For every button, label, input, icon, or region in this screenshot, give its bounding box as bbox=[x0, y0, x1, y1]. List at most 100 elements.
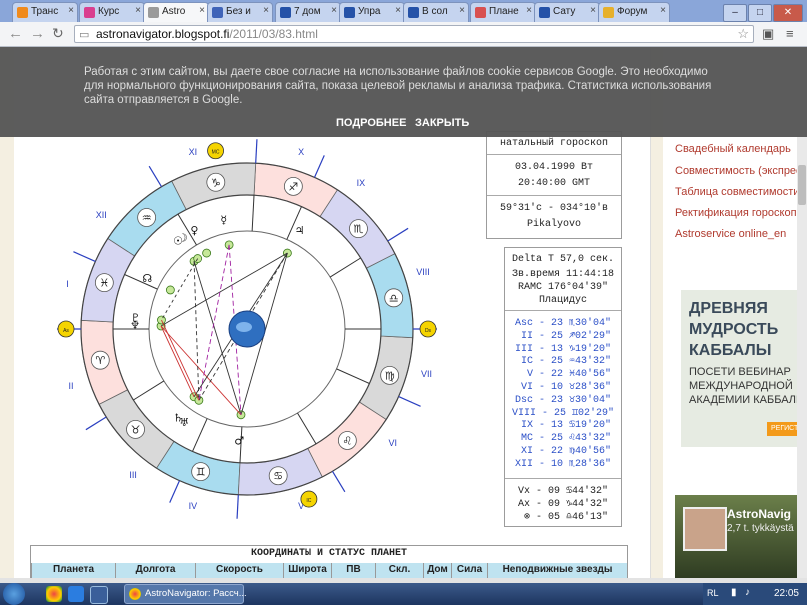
column-header[interactable]: Планета bbox=[31, 563, 115, 578]
tab-4[interactable]: Без и × bbox=[207, 2, 273, 22]
sign-glyph: ♊ bbox=[196, 466, 206, 479]
planet-glyph: ♀ bbox=[190, 224, 198, 237]
column-header[interactable]: Скорость bbox=[195, 563, 283, 578]
maximize-button[interactable]: □ bbox=[748, 4, 772, 22]
tab-close-icon[interactable]: × bbox=[263, 5, 269, 16]
earth-highlight bbox=[236, 322, 252, 332]
planet-glyph: ♅ bbox=[179, 416, 189, 429]
house-system: Плацидус bbox=[538, 295, 587, 306]
minimize-button[interactable]: – bbox=[723, 4, 747, 22]
planet-glyph: ☊ bbox=[142, 272, 152, 285]
ad-body: ПОСЕТИ ВЕБИНАР МЕЖДУНАРОДНОЙ АКАДЕМИИ КА… bbox=[689, 366, 806, 406]
address-bar[interactable]: ▭ astronavigator.blogspot.fi/2011/03/83.… bbox=[74, 25, 754, 43]
column-header[interactable]: Широта bbox=[283, 563, 331, 578]
tab-7[interactable]: В сол × bbox=[403, 2, 469, 22]
tab-close-icon[interactable]: × bbox=[395, 5, 401, 16]
advertisement[interactable]: ДРЕВНЯЯ МУДРОСТЬ КАББАЛЫ ПОСЕТИ ВЕБИНАР … bbox=[681, 290, 807, 447]
column-header[interactable]: Скл. bbox=[375, 563, 423, 578]
forward-icon[interactable]: → bbox=[30, 25, 45, 42]
planet-dot bbox=[193, 254, 203, 263]
tab-favicon-icon bbox=[280, 7, 291, 18]
volume-icon[interactable]: ♪ bbox=[745, 587, 750, 598]
cookie-more-button[interactable]: ПОДРОБНЕЕ bbox=[336, 117, 406, 129]
tab-3[interactable]: Astro × bbox=[143, 2, 209, 22]
page-name[interactable]: AstroNavig bbox=[727, 507, 791, 521]
clock[interactable]: 22:05 bbox=[774, 588, 799, 599]
tab-10[interactable]: Форум × bbox=[598, 2, 670, 22]
house-cusp: VIII - 25 ♊02'29" bbox=[511, 407, 615, 419]
back-icon[interactable]: ← bbox=[8, 25, 23, 42]
tab-1[interactable]: Транс × bbox=[12, 2, 78, 22]
sidebar-link[interactable]: Таблица совместимости bbox=[675, 186, 799, 198]
page-likes: 2,7 t. tykkäystä bbox=[727, 523, 794, 534]
house-numeral: XII bbox=[96, 210, 107, 220]
planet-glyph: ♂ bbox=[234, 435, 244, 448]
house-cusp-tick bbox=[387, 227, 409, 242]
avatar[interactable] bbox=[683, 507, 727, 551]
tab-close-icon[interactable]: × bbox=[199, 5, 205, 16]
ie-icon[interactable] bbox=[68, 586, 84, 602]
house-cusp-tick bbox=[85, 416, 107, 431]
tab-2[interactable]: Курс × bbox=[79, 2, 145, 22]
sign-glyph: ♑ bbox=[211, 176, 221, 189]
tab-9[interactable]: Сату × bbox=[534, 2, 600, 22]
tab-label: Курс bbox=[98, 6, 120, 17]
column-header[interactable]: Дом bbox=[423, 563, 451, 578]
start-button[interactable] bbox=[3, 583, 25, 605]
tab-close-icon[interactable]: × bbox=[526, 5, 532, 16]
page-widget[interactable]: AstroNavig 2,7 t. tykkäystä bbox=[675, 495, 807, 578]
tab-close-icon[interactable]: × bbox=[459, 5, 465, 16]
house-numeral: VII bbox=[421, 369, 432, 379]
column-header[interactable]: Неподвижные звезды bbox=[487, 563, 627, 578]
sidebar-link[interactable]: Astroservice online_en bbox=[675, 228, 786, 240]
natal-date: 03.04.1990 Вт bbox=[514, 162, 593, 173]
menu-icon[interactable]: ≡ bbox=[786, 26, 794, 41]
sidebar-link[interactable]: Совместимость (экспресс bbox=[675, 165, 807, 177]
sign-glyph: ♉ bbox=[131, 423, 141, 436]
tab-label: Без и bbox=[226, 6, 251, 17]
tab-close-icon[interactable]: × bbox=[331, 5, 337, 16]
planet-glyph: ♃ bbox=[295, 224, 305, 237]
extension-icon[interactable]: ▣ bbox=[762, 26, 774, 42]
tab-favicon-icon bbox=[603, 7, 614, 18]
reload-icon[interactable]: ↻ bbox=[52, 25, 64, 42]
chrome-icon[interactable] bbox=[46, 586, 62, 602]
natal-chart: ♈♉♊ ♋♌♍♎♏♐♑♒♓IIIIIIIV VVIVIIVIIIIXXXIXIIMC… bbox=[57, 139, 437, 519]
house-cusp: V - 22 ♓40'56" bbox=[514, 369, 612, 381]
house-numeral: XI bbox=[189, 147, 198, 157]
language-indicator[interactable]: RL bbox=[707, 588, 719, 598]
taskbar-item-astronavigator[interactable]: AstroNavigator: Рассч... bbox=[124, 584, 247, 604]
chart-point: ⊗ - 05 ♎46'13" bbox=[517, 512, 609, 523]
column-header[interactable]: ПВ bbox=[331, 563, 375, 578]
sidebar-link[interactable]: Свадебный календарь bbox=[675, 143, 791, 155]
bookmark-star-icon[interactable]: ☆ bbox=[737, 26, 749, 42]
column-header[interactable]: Сила bbox=[451, 563, 487, 578]
tab-6[interactable]: Упра × bbox=[339, 2, 405, 22]
tab-close-icon[interactable]: × bbox=[135, 5, 141, 16]
tab-close-icon[interactable]: × bbox=[590, 5, 596, 16]
house-cusp: Asc - 23 ♏30'04" bbox=[514, 318, 612, 329]
network-icon[interactable]: ▮ bbox=[731, 587, 737, 598]
house-cusp: Dsc - 23 ♉30'04" bbox=[514, 394, 612, 406]
browser-toolbar: ← → ↻ ▭ astronavigator.blogspot.fi/2011/… bbox=[0, 22, 807, 47]
tab-8[interactable]: Плане × bbox=[470, 2, 536, 22]
close-window-button[interactable]: ✕ bbox=[773, 4, 803, 22]
desktop-icon[interactable] bbox=[90, 586, 108, 604]
sign-glyph: ♍ bbox=[385, 369, 395, 382]
planet-glyph: ☿ bbox=[220, 213, 227, 226]
axis-marker-label: MC bbox=[212, 150, 220, 156]
url-host: astronavigator.blogspot.fi bbox=[96, 27, 230, 41]
tab-5[interactable]: 7 дом × bbox=[275, 2, 341, 22]
scrollbar-thumb[interactable] bbox=[798, 165, 806, 205]
planet-coordinates-table: КООРДИНАТЫ И СТАТУС ПЛАНЕТ Планета Долгот… bbox=[30, 545, 628, 578]
sidebar-link[interactable]: Ректификация гороскоп bbox=[675, 207, 797, 219]
tab-close-icon[interactable]: × bbox=[660, 5, 666, 16]
cookie-accept-button[interactable]: ЗАКРЫТЬ bbox=[415, 117, 469, 129]
house-cusp: IC - 25 ♒43'32" bbox=[514, 356, 612, 368]
house-cusp-tick bbox=[331, 470, 346, 493]
system-tray: RL ▮ ♪ 22:05 bbox=[703, 583, 807, 605]
page-icon: ▭ bbox=[79, 29, 90, 41]
column-header[interactable]: Долгота bbox=[115, 563, 195, 578]
tab-close-icon[interactable]: × bbox=[68, 5, 74, 16]
cookie-banner: Работая с этим сайтом, вы даете свое сог… bbox=[0, 47, 807, 137]
